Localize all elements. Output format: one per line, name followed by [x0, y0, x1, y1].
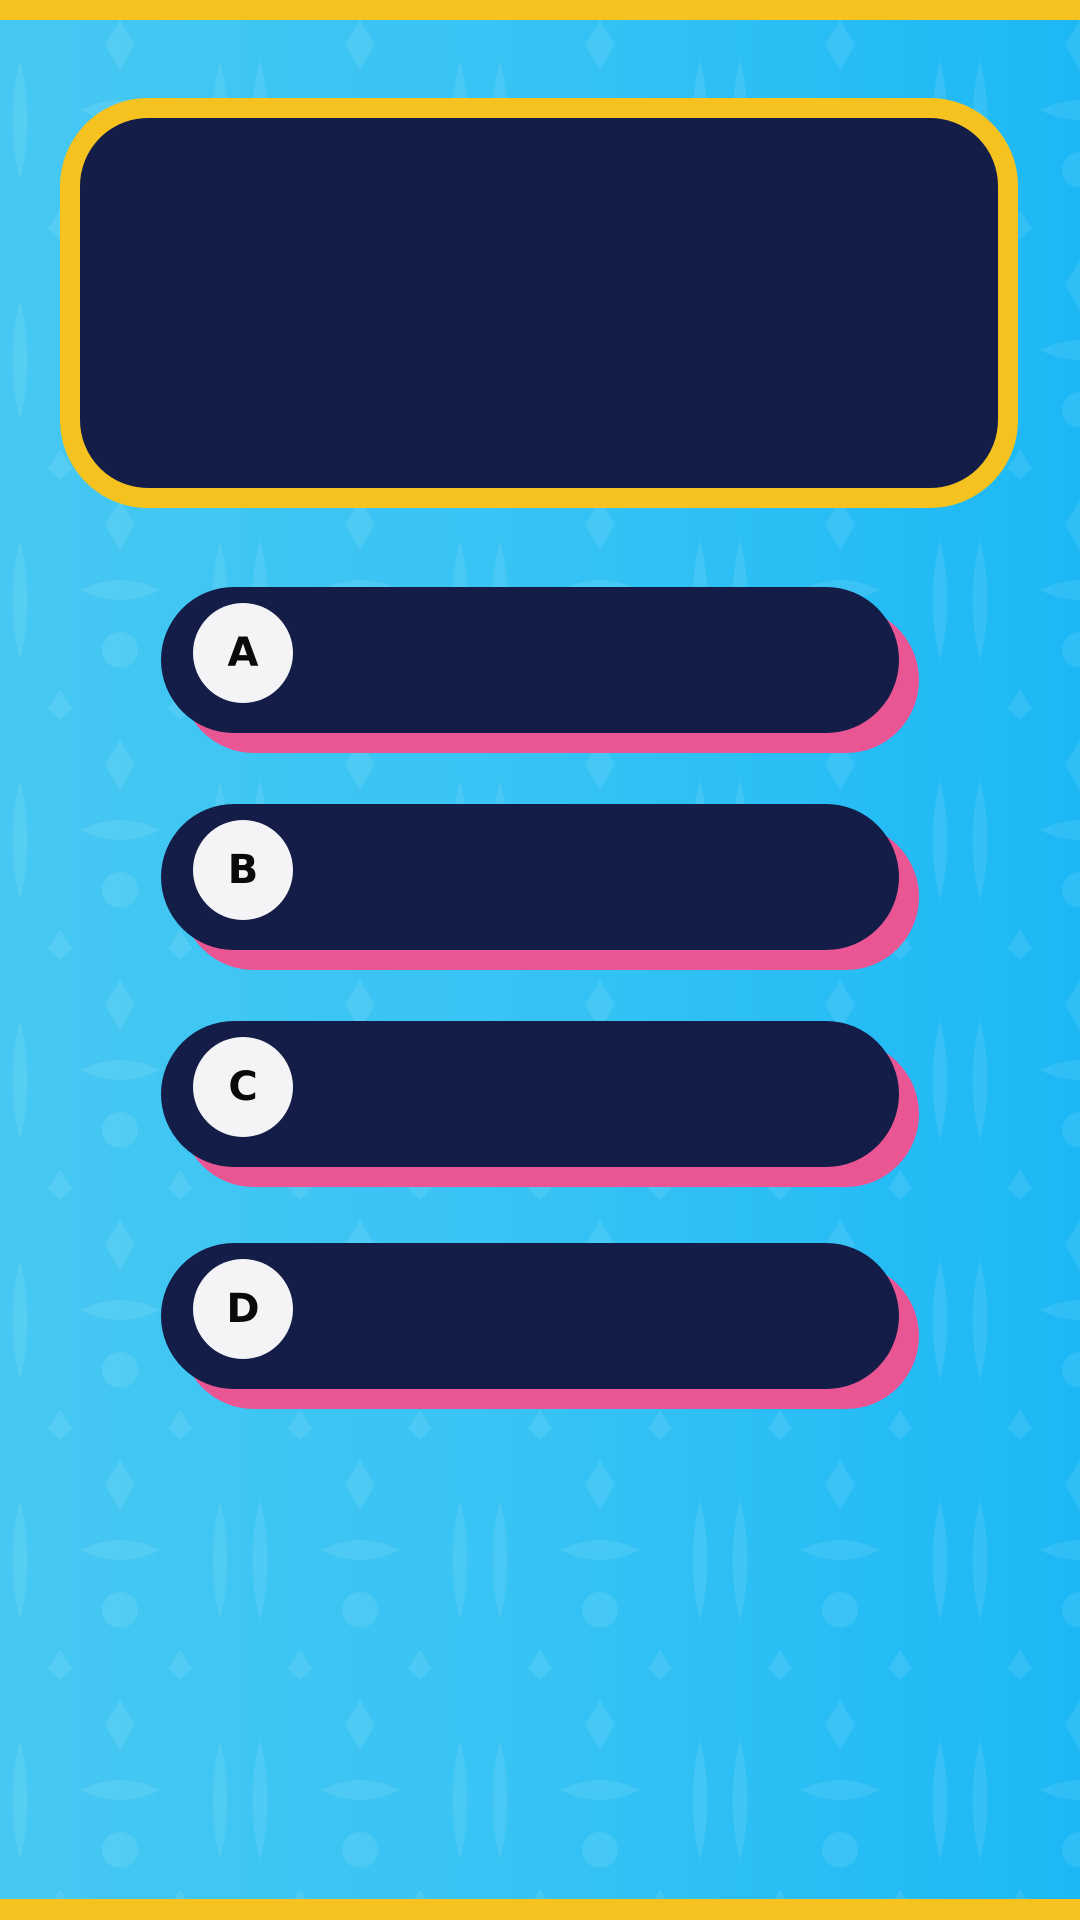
answer-text — [321, 587, 859, 733]
answer-option-d[interactable]: D — [161, 1243, 919, 1409]
answer-text — [321, 1243, 859, 1389]
question-text — [120, 158, 958, 448]
answer-option-a[interactable]: A — [161, 587, 919, 753]
bottom-frame-bar — [0, 1899, 1080, 1920]
answer-button-body[interactable]: A — [161, 587, 899, 733]
answer-option-b[interactable]: B — [161, 804, 919, 970]
answer-button-body[interactable]: C — [161, 1021, 899, 1167]
answer-text — [321, 804, 859, 950]
answer-button-body[interactable]: B — [161, 804, 899, 950]
answer-text — [321, 1021, 859, 1167]
answer-letter-badge: D — [193, 1259, 293, 1359]
answer-option-c[interactable]: C — [161, 1021, 919, 1187]
top-frame-bar — [0, 0, 1080, 20]
question-panel — [60, 98, 1018, 508]
answer-letter-badge: B — [193, 820, 293, 920]
answer-button-body[interactable]: D — [161, 1243, 899, 1389]
answer-letter-badge: A — [193, 603, 293, 703]
answer-letter-badge: C — [193, 1037, 293, 1137]
